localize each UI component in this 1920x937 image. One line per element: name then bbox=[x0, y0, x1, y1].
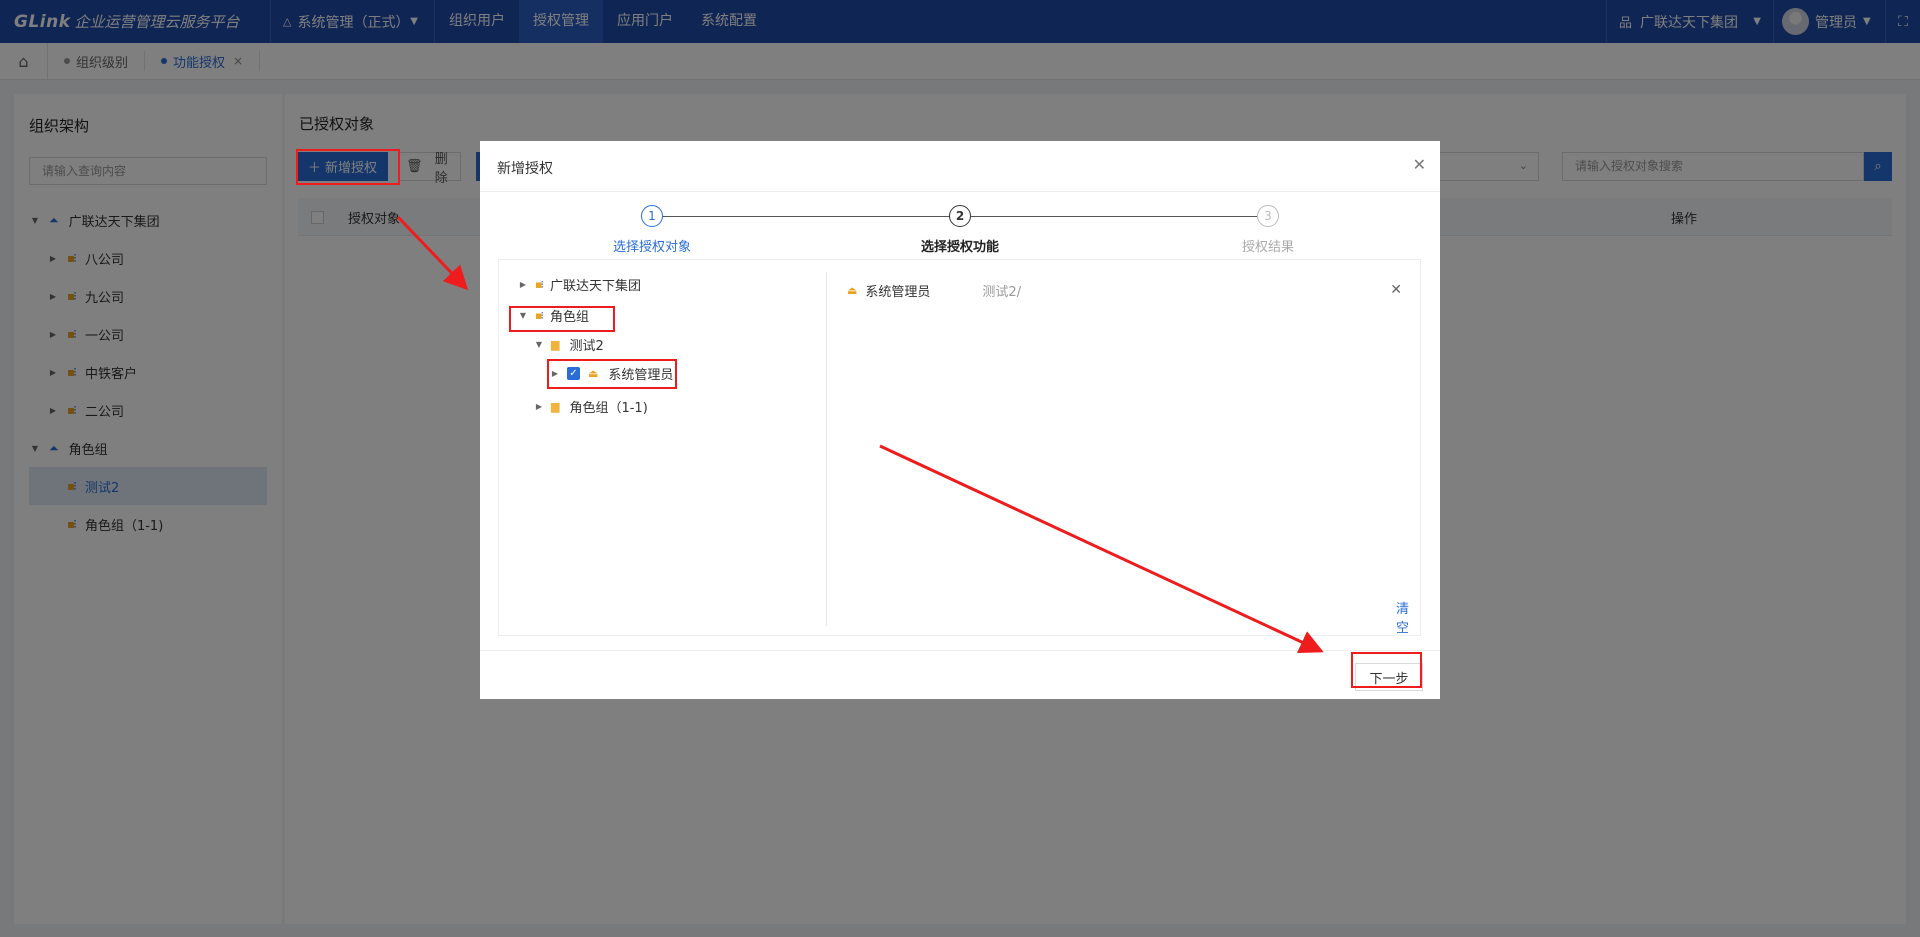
annotation-box bbox=[509, 306, 615, 332]
department-icon: ▪⁝ bbox=[535, 277, 543, 291]
folder-icon: ▆ bbox=[551, 337, 560, 351]
step-3-label: 授权结果 bbox=[1241, 240, 1294, 255]
selected-item-name: 系统管理员 bbox=[865, 284, 931, 300]
step-1-circle: 1 bbox=[641, 205, 663, 227]
role-icon: ⏏ bbox=[847, 283, 858, 297]
step-connector bbox=[663, 216, 950, 217]
selected-item: ⏏ 系统管理员 测试2/ ✕ bbox=[847, 280, 1402, 300]
caret-right-icon[interactable]: ▶ bbox=[517, 280, 529, 289]
tree-node-group[interactable]: ▶ ▪⁝ 广联达天下集团 bbox=[517, 272, 641, 296]
remove-icon[interactable]: ✕ bbox=[1390, 282, 1402, 298]
step-connector bbox=[971, 216, 1257, 217]
tree-node[interactable]: ▶ ▆ 角色组（1-1) bbox=[533, 394, 648, 418]
tree-node-label: 角色组（1-1) bbox=[569, 400, 648, 416]
caret-right-icon[interactable]: ▶ bbox=[533, 402, 545, 411]
step-1-label: 选择授权对象 bbox=[612, 240, 691, 255]
tree-node-label: 广联达天下集团 bbox=[549, 278, 641, 294]
divider bbox=[480, 650, 1440, 651]
annotation-box bbox=[296, 149, 400, 185]
annotation-box bbox=[547, 359, 677, 389]
dialog-title: 新增授权 bbox=[497, 161, 553, 177]
close-icon[interactable]: ✕ bbox=[1413, 155, 1426, 174]
annotation-box bbox=[1351, 652, 1422, 688]
tree-node-test2[interactable]: ▼ ▆ 测试2 bbox=[533, 332, 604, 356]
add-authorization-dialog: 新增授权 ✕ 1 2 3 选择授权对象 选择授权功能 授权结果 ▶ ▪⁝ 广联达… bbox=[480, 141, 1440, 699]
dialog-body: ▶ ▪⁝ 广联达天下集团 ▼ ▪⁝ 角色组 ▼ ▆ 测试2 ▶ ✓ ⏏ 系统管理… bbox=[498, 259, 1421, 636]
clear-link[interactable]: 清空 bbox=[1396, 598, 1420, 636]
folder-icon: ▆ bbox=[551, 399, 560, 413]
step-3-circle: 3 bbox=[1257, 205, 1279, 227]
step-2-label: 选择授权功能 bbox=[920, 240, 999, 255]
selected-item-path: 测试2/ bbox=[982, 284, 1022, 300]
caret-down-icon[interactable]: ▼ bbox=[533, 340, 545, 349]
divider bbox=[826, 272, 827, 626]
tree-node-label: 测试2 bbox=[569, 338, 604, 354]
divider bbox=[480, 191, 1440, 192]
step-2-circle: 2 bbox=[949, 205, 971, 227]
